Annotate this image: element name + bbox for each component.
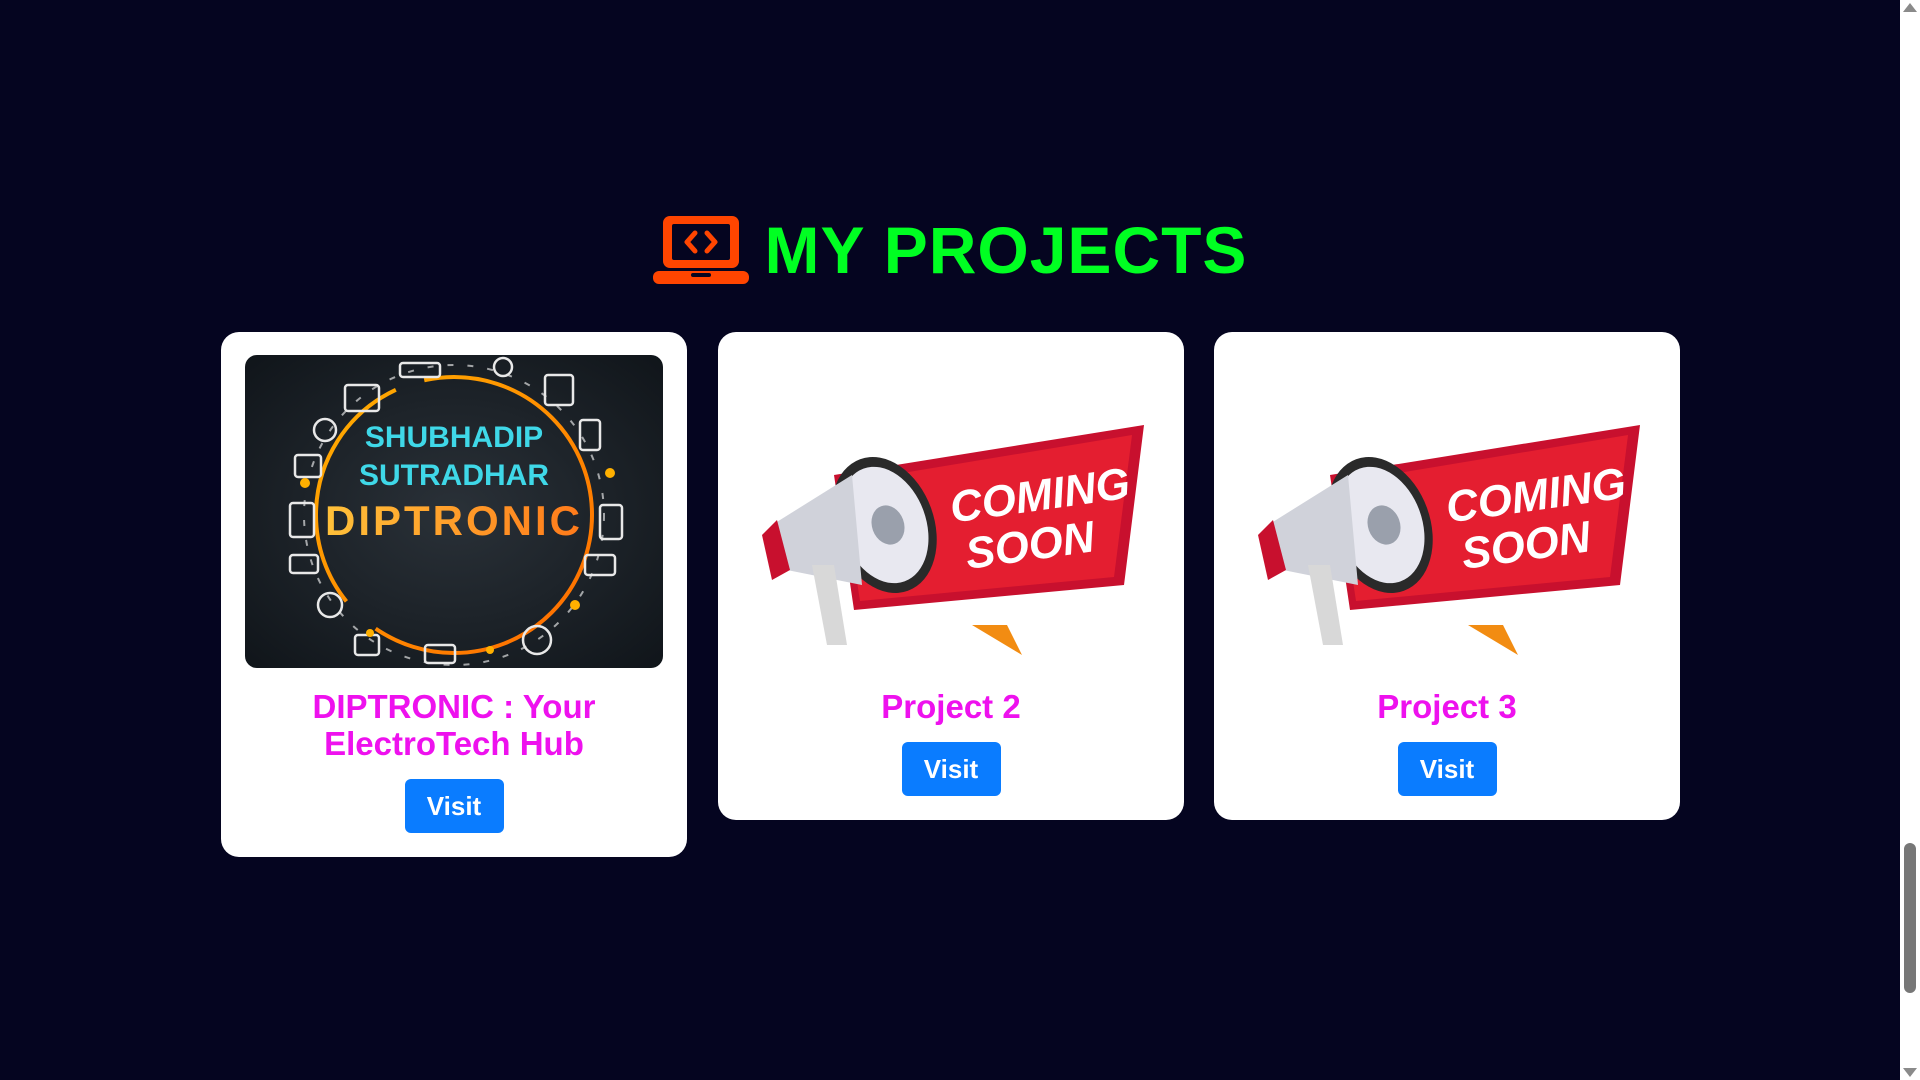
coming-soon-image: COMING SOON bbox=[742, 355, 1160, 668]
section-title: MY PROJECTS bbox=[764, 213, 1248, 287]
coming-soon-image: COMING SOON bbox=[1238, 355, 1656, 668]
project-card-1: SHUBHADIP SUTRADHAR DIPTRONIC DIPTRONIC … bbox=[221, 332, 687, 857]
logo-brand: DIPTRONIC bbox=[325, 497, 583, 544]
logo-line-1: SHUBHADIP bbox=[365, 421, 543, 454]
scroll-up-arrow-icon[interactable] bbox=[1903, 3, 1917, 12]
project-title: Project 3 bbox=[1377, 688, 1517, 725]
scroll-down-arrow-icon[interactable] bbox=[1903, 1068, 1917, 1077]
laptop-code-icon bbox=[652, 216, 749, 284]
diptronic-logo-image: SHUBHADIP SUTRADHAR DIPTRONIC bbox=[245, 355, 663, 668]
visit-button[interactable]: Visit bbox=[404, 779, 504, 833]
project-card-2: COMING SOON Project 2 Visit bbox=[718, 332, 1184, 820]
scroll-thumb[interactable] bbox=[1904, 843, 1916, 993]
projects-heading: MY PROJECTS bbox=[0, 205, 1900, 295]
visit-button[interactable]: Visit bbox=[1397, 742, 1497, 796]
logo-line-2: SUTRADHAR bbox=[359, 459, 549, 492]
project-card-3: COMING SOON Project 3 Visit bbox=[1214, 332, 1680, 820]
visit-button[interactable]: Visit bbox=[901, 742, 1001, 796]
project-title: DIPTRONIC : Your ElectroTech Hub bbox=[312, 688, 596, 762]
page: MY PROJECTS SHUBHADIP SUTRADHAR DIPTRONI… bbox=[0, 0, 1900, 1080]
project-title: Project 2 bbox=[881, 688, 1021, 725]
vertical-scrollbar[interactable] bbox=[1900, 0, 1920, 1080]
